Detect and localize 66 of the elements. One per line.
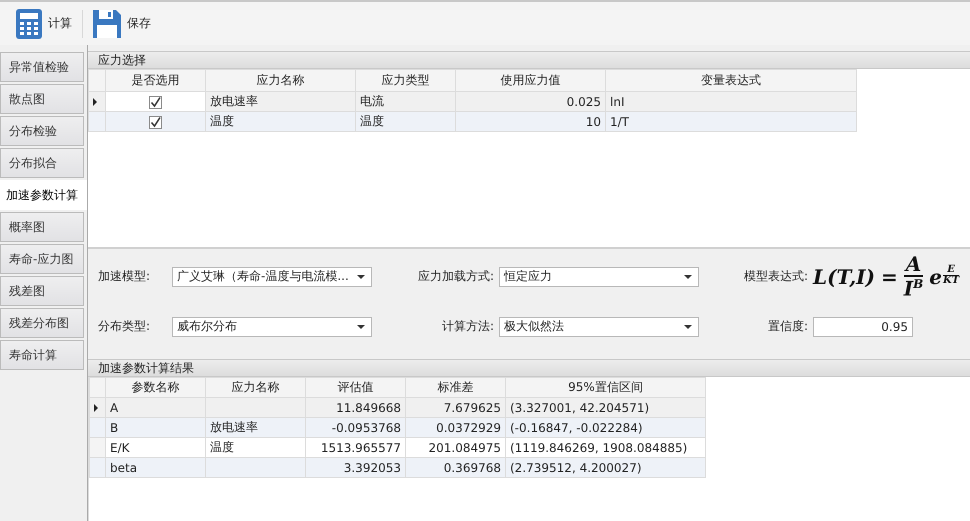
confidence-field[interactable]: 0.95 <box>813 316 913 336</box>
table-cell: 0.0372929 <box>406 418 506 438</box>
table-cell: 11.849668 <box>306 398 406 418</box>
column-header: 应力类型 <box>356 70 456 92</box>
distribution-dropdown[interactable]: 威布尔分布 <box>172 316 372 336</box>
table-cell: B <box>106 418 206 438</box>
section-header: 加速参数计算结果 <box>88 359 970 377</box>
toolbar-button[interactable]: 计算 <box>10 4 78 42</box>
table-cell: lnI <box>606 92 856 112</box>
table-cell: 1513.965577 <box>306 438 406 458</box>
checkbox[interactable] <box>149 116 162 129</box>
sidebar-tab[interactable]: 异常值检验 <box>0 52 84 82</box>
column-header: 评估值 <box>306 378 406 398</box>
sidebar-tab[interactable]: 加速参数计算 <box>0 180 87 210</box>
field-label: 应力加载方式: <box>416 268 494 285</box>
column-header: 是否选用 <box>106 70 206 92</box>
sidebar-tab[interactable]: 残差分布图 <box>0 308 84 338</box>
table-cell: 温度 <box>206 438 306 458</box>
sidebar-tab[interactable]: 残差图 <box>0 276 84 306</box>
table-cell: beta <box>106 458 206 478</box>
table-cell: 放电速率 <box>206 418 306 438</box>
column-header: 应力名称 <box>206 378 306 398</box>
field-label: 置信度: <box>766 318 808 335</box>
column-header: 标准差 <box>406 378 506 398</box>
table-cell: A <box>106 398 206 418</box>
table-cell: (1119.846269, 1908.084885) <box>506 438 706 458</box>
table-cell: 放电速率 <box>206 92 356 112</box>
column-header: 参数名称 <box>106 378 206 398</box>
column-header: 变量表达式 <box>606 70 856 92</box>
column-header: 使用应力值 <box>456 70 606 92</box>
model-dropdown[interactable]: 广义艾琳（寿命-温度与电流模... <box>172 266 372 286</box>
table-cell: 7.679625 <box>406 398 506 418</box>
table-cell: E/K <box>106 438 206 458</box>
table-cell: 10 <box>456 112 606 132</box>
table-cell: 电流 <box>356 92 456 112</box>
table-cell: 201.084975 <box>406 438 506 458</box>
table-cell: 3.392053 <box>306 458 406 478</box>
row-pointer-icon <box>93 98 97 106</box>
checkbox[interactable] <box>149 96 162 109</box>
section-header: 应力选择 <box>88 51 970 69</box>
table-cell: (3.327001, 42.204571) <box>506 398 706 418</box>
field-label: 加速模型: <box>97 268 152 285</box>
table-cell: 温度 <box>356 112 456 132</box>
table-cell: (-0.16847, -0.022284) <box>506 418 706 438</box>
row-pointer-icon <box>94 404 98 412</box>
field-label: 分布类型: <box>97 318 152 335</box>
table-cell: 1/T <box>606 112 856 132</box>
loading-dropdown[interactable]: 恒定应力 <box>499 266 699 286</box>
sidebar-tab[interactable]: 分布拟合 <box>0 148 84 178</box>
sidebar-tab[interactable]: 寿命计算 <box>0 340 84 370</box>
field-label: 计算方法: <box>440 318 494 335</box>
table-cell: -0.0953768 <box>306 418 406 438</box>
sidebar-tab[interactable]: 散点图 <box>0 84 84 114</box>
sidebar-tab[interactable]: 寿命-应力图 <box>0 244 84 274</box>
sidebar-tab[interactable]: 概率图 <box>0 212 84 242</box>
table-cell: 0.025 <box>456 92 606 112</box>
field-label: 模型表达式: <box>742 268 808 285</box>
method-dropdown[interactable]: 极大似然法 <box>499 316 699 336</box>
column-header: 95%置信区间 <box>506 378 706 398</box>
table-cell: 温度 <box>206 112 356 132</box>
sidebar-tab[interactable]: 分布检验 <box>0 116 84 146</box>
toolbar-button[interactable]: 保存 <box>87 6 157 42</box>
calculator-icon <box>16 8 42 38</box>
table-cell: 0.369768 <box>406 458 506 478</box>
column-header: 应力名称 <box>206 70 356 92</box>
table-cell: (2.739512, 4.200027) <box>506 458 706 478</box>
